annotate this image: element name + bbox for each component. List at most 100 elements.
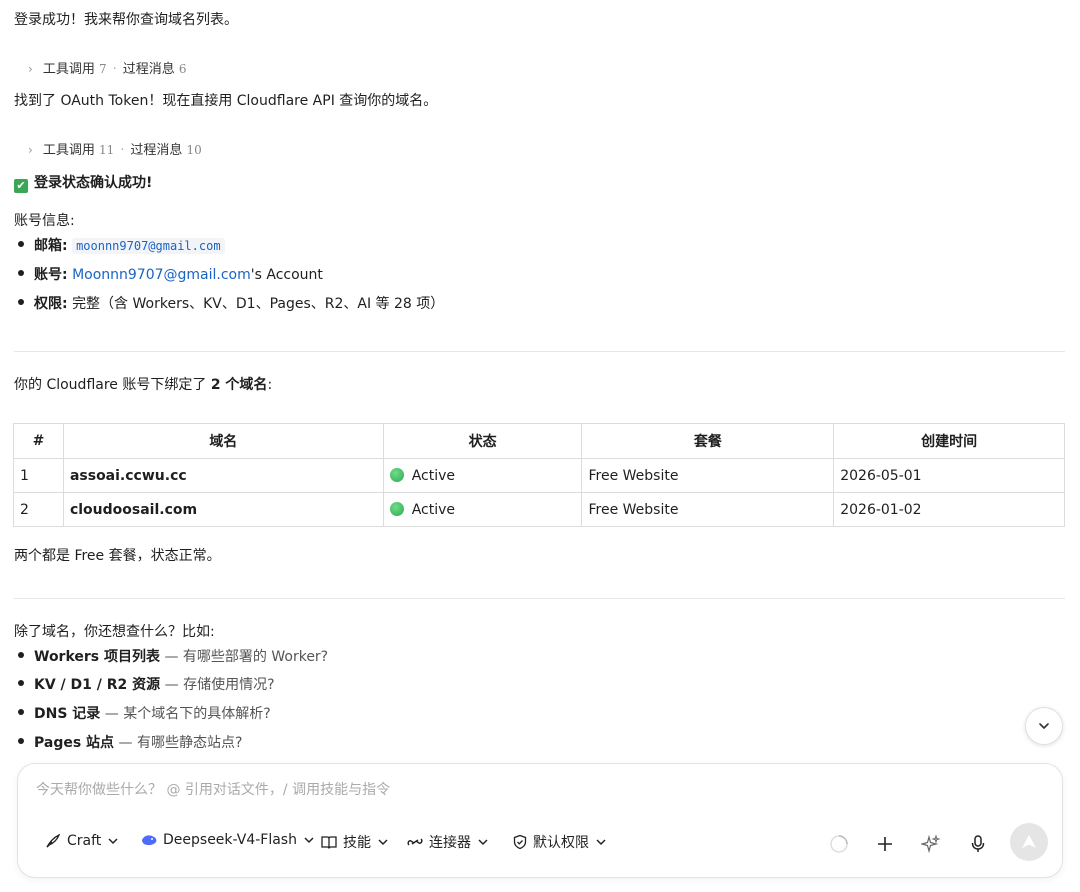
- skills-dropdown[interactable]: 技能: [320, 832, 394, 852]
- sparkle-icon: [921, 834, 941, 854]
- account-suffix: 's Account: [250, 267, 323, 283]
- bullet-icon: [18, 738, 24, 744]
- account-email-item: 邮箱: moonnn9707@gmail.com: [18, 235, 225, 255]
- row-num: 1: [13, 458, 64, 493]
- table-header-row: # 域名 状态 套餐 创建时间: [13, 423, 1065, 459]
- followup-item: KV / D1 / R2 资源 — 存储使用情况?: [18, 674, 275, 694]
- separator: ·: [112, 62, 117, 77]
- row-num: 2: [13, 492, 64, 527]
- followup-heading: 除了域名，你还想查什么？比如:: [14, 624, 215, 640]
- bullet-icon: [18, 299, 24, 305]
- tools-label: 工具调用: [42, 143, 95, 158]
- add-attachment-button[interactable]: [871, 830, 899, 858]
- connectors-dropdown[interactable]: 连接器: [406, 832, 494, 852]
- permission-label: 权限:: [34, 296, 68, 312]
- status-text: Active: [411, 467, 455, 484]
- account-heading: 账号信息:: [14, 213, 75, 229]
- row-domain: cloudoosail.com: [62, 492, 384, 527]
- model-label: Deepseek-V4-Flash: [163, 832, 297, 848]
- plus-icon: [878, 837, 892, 851]
- email-label: 邮箱:: [34, 238, 68, 254]
- followup-title: Workers 项目列表: [34, 649, 161, 665]
- row-plan: Free Website: [581, 492, 835, 527]
- status-text: Active: [411, 501, 455, 518]
- chevron-right-icon: ›: [28, 62, 33, 76]
- summary-text: 两个都是 Free 套餐，状态正常。: [14, 548, 221, 564]
- craft-label: Craft: [67, 833, 102, 849]
- domains-count: 2 个域名: [210, 377, 268, 393]
- process-collapse-1[interactable]: › 工具调用 7 · 过程消息 6: [28, 58, 187, 77]
- chevron-down-icon: [304, 837, 314, 844]
- row-status: Active: [382, 458, 583, 493]
- send-button[interactable]: [1010, 823, 1048, 861]
- chevron-down-icon: [596, 839, 606, 846]
- loading-spinner-icon: [825, 830, 853, 858]
- email-value: moonnn9707@gmail.com: [72, 238, 225, 254]
- chevron-down-icon: [478, 839, 488, 846]
- account-email-link[interactable]: Moonnn9707@gmail.com: [72, 267, 251, 283]
- bullet-icon: [18, 652, 24, 658]
- process-collapse-2[interactable]: › 工具调用 11 · 过程消息 10: [28, 139, 202, 158]
- row-created: 2026-01-02: [833, 492, 1065, 527]
- account-name-item: 账号: Moonnn9707@gmail.com's Account: [18, 264, 323, 284]
- separator: ·: [120, 143, 125, 158]
- permissions-label: 默认权限: [533, 835, 589, 851]
- model-selector[interactable]: Deepseek-V4-Flash: [140, 832, 320, 848]
- quill-icon: [46, 833, 61, 848]
- chevron-down-icon: [108, 838, 118, 845]
- chevron-down-icon: [1039, 723, 1049, 729]
- messages-label: 过程消息: [122, 62, 175, 77]
- header-domain: 域名: [62, 423, 384, 459]
- active-status-icon: [389, 501, 404, 516]
- row-plan: Free Website: [581, 458, 835, 493]
- followup-title: DNS 记录: [34, 706, 101, 722]
- followup-desc: — 存储使用情况?: [160, 677, 275, 693]
- messages-count: 6: [178, 62, 187, 76]
- followup-item: Pages 站点 — 有哪些静态站点?: [18, 732, 242, 752]
- divider: [14, 351, 1065, 352]
- deepseek-whale-icon: [142, 835, 157, 846]
- tools-count: 7: [98, 62, 107, 76]
- header-plan: 套餐: [581, 423, 835, 459]
- followup-desc: — 某个域名下的具体解析?: [100, 706, 271, 722]
- followup-desc: — 有哪些部署的 Worker?: [160, 649, 329, 665]
- domains-intro: 你的 Cloudflare 账号下绑定了 2 个域名:: [14, 374, 272, 394]
- table-row: 1 assoai.ccwu.cc Active Free Website 202…: [13, 458, 1065, 493]
- voice-input-button[interactable]: [964, 830, 992, 858]
- craft-mode-dropdown[interactable]: Craft: [44, 832, 124, 850]
- token-found-text: 找到了 OAuth Token！现在直接用 Cloudflare API 查询你…: [14, 93, 438, 109]
- domains-intro-prefix: 你的 Cloudflare 账号下绑定了: [14, 377, 211, 393]
- header-status: 状态: [382, 423, 583, 459]
- permission-value: 完整（含 Workers、KV、D1、Pages、R2、AI 等 28 项）: [72, 296, 445, 312]
- tools-count: 11: [98, 143, 115, 157]
- messages-count: 10: [186, 143, 202, 157]
- header-created: 创建时间: [833, 423, 1065, 459]
- arrow-up-icon: [1022, 835, 1036, 848]
- message-composer: Craft Deepseek-V4-Flash 技能 连接器 默认权限: [17, 763, 1063, 878]
- login-confirm-text: 登录状态确认成功!: [34, 175, 153, 191]
- scroll-to-bottom-button[interactable]: [1025, 707, 1063, 745]
- permissions-dropdown[interactable]: 默认权限: [512, 832, 612, 852]
- table-row: 2 cloudoosail.com Active Free Website 20…: [13, 492, 1065, 527]
- followup-desc: — 有哪些静态站点?: [114, 735, 243, 751]
- row-domain: assoai.ccwu.cc: [62, 458, 384, 493]
- row-created: 2026-05-01: [833, 458, 1065, 493]
- followup-title: Pages 站点: [34, 735, 115, 751]
- shield-check-icon: [513, 834, 527, 850]
- header-num: #: [13, 423, 64, 459]
- enhance-prompt-button[interactable]: [917, 830, 945, 858]
- message-input[interactable]: [34, 774, 938, 806]
- tools-label: 工具调用: [42, 62, 95, 77]
- bullet-icon: [18, 680, 24, 686]
- skills-label: 技能: [343, 835, 371, 851]
- book-icon: [321, 836, 337, 849]
- followup-title: KV / D1 / R2 资源: [34, 677, 161, 693]
- bullet-icon: [18, 709, 24, 715]
- followup-item: DNS 记录 — 某个域名下的具体解析?: [18, 703, 271, 723]
- followup-item: Workers 项目列表 — 有哪些部署的 Worker?: [18, 646, 328, 666]
- messages-label: 过程消息: [130, 143, 183, 158]
- bullet-icon: [18, 270, 24, 276]
- active-status-icon: [389, 467, 404, 482]
- row-status: Active: [382, 492, 583, 527]
- account-label: 账号:: [34, 267, 68, 283]
